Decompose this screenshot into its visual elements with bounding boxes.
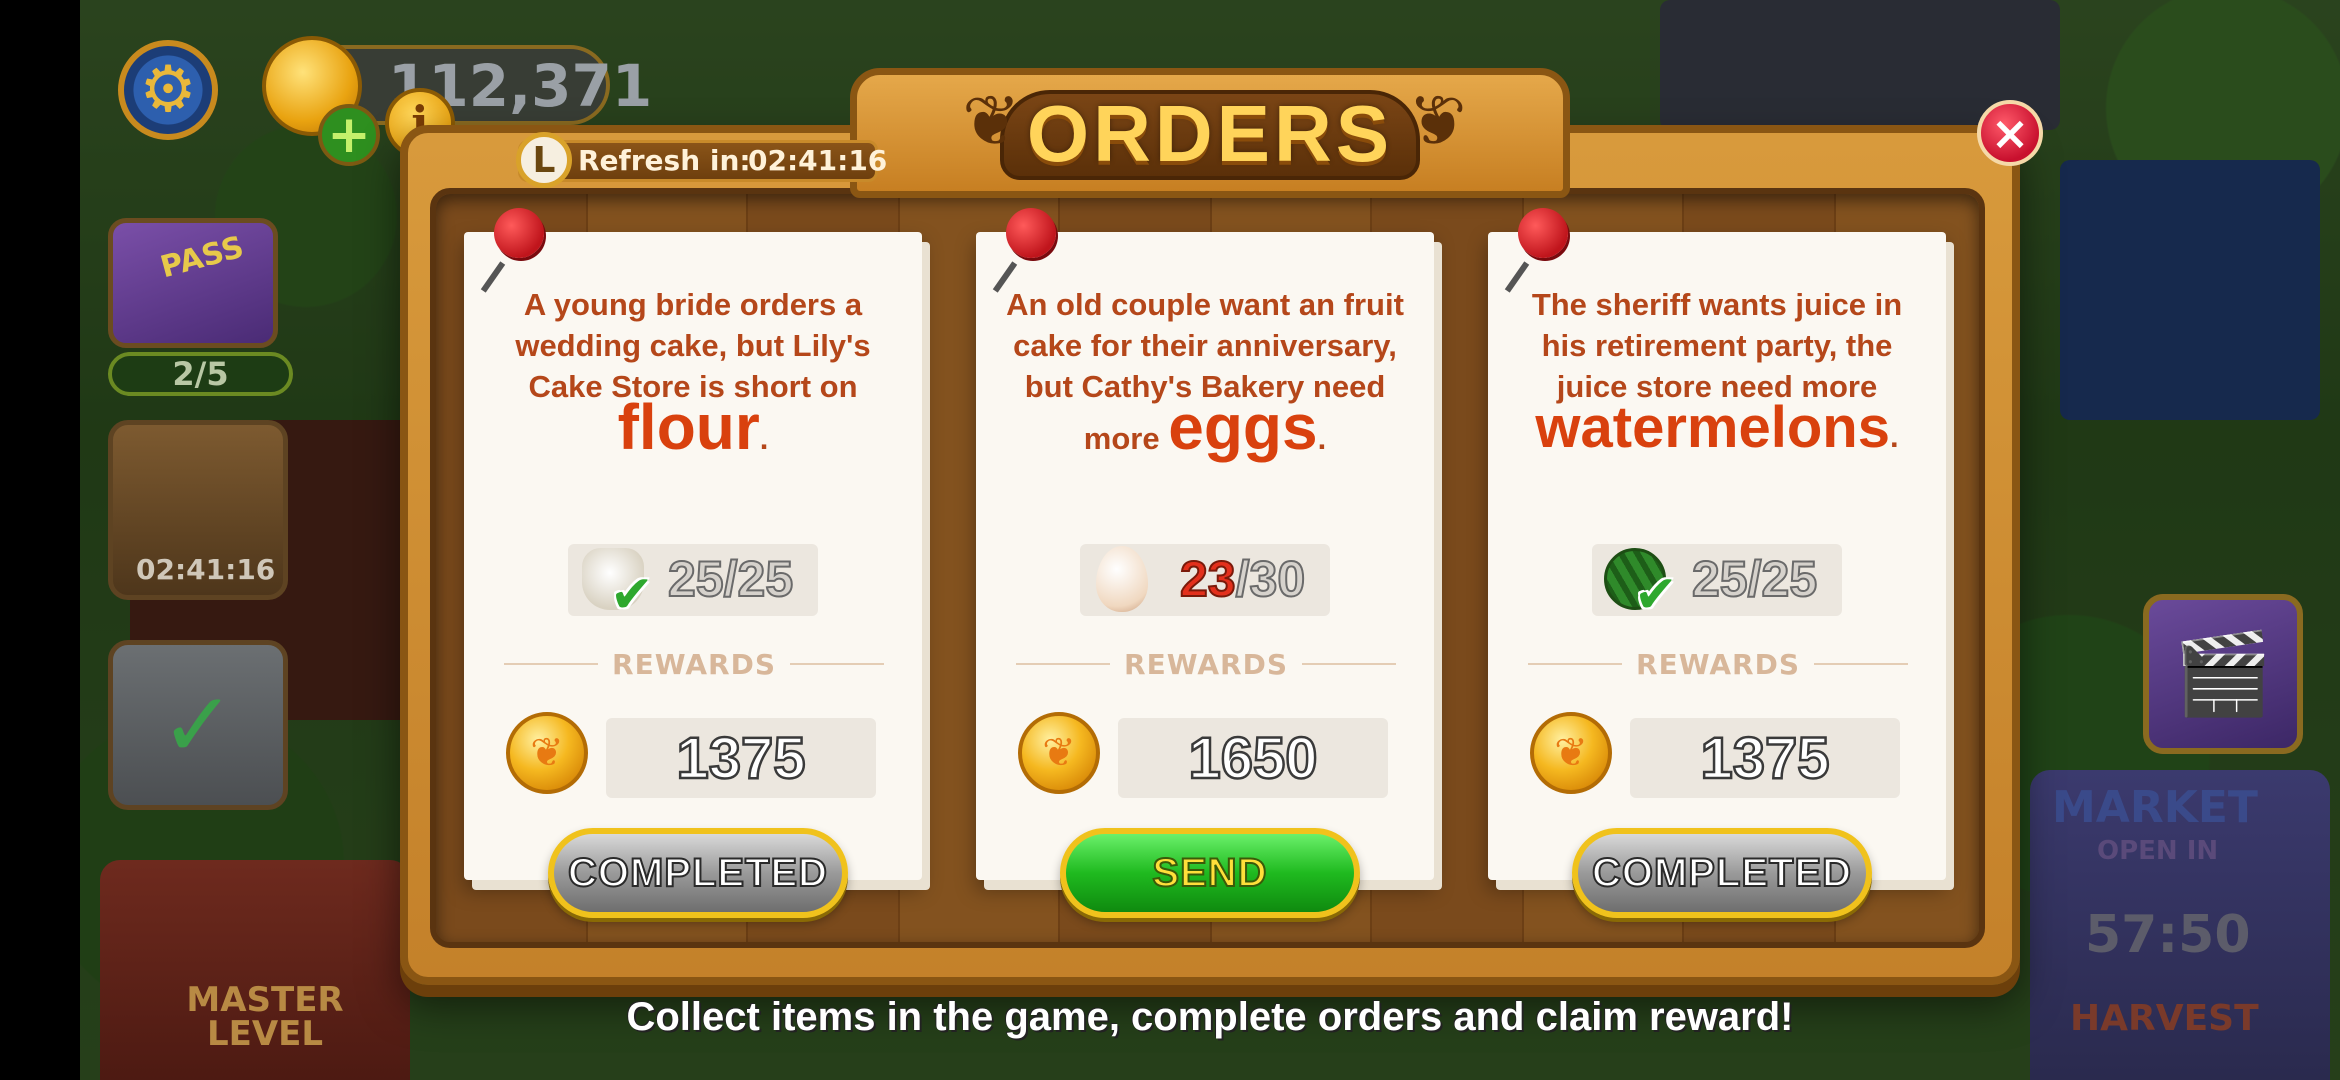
order-highlight: watermelons xyxy=(1535,395,1890,460)
order-period: . xyxy=(1889,419,1899,454)
order-highlight: flour xyxy=(617,391,760,463)
order-text: The sheriff wants juice in his retiremen… xyxy=(1531,287,1903,404)
settings-gear-icon[interactable]: ⚙ xyxy=(118,40,218,140)
pushpin-icon xyxy=(1518,208,1568,258)
order-text-more: more xyxy=(1083,421,1160,456)
rewards-label: REWARDS xyxy=(1636,647,1800,681)
rewards-divider: REWARDS xyxy=(504,646,885,682)
harvest-label: HARVEST xyxy=(2070,998,2259,1039)
market-timer: 57:50 xyxy=(2085,905,2251,965)
rewards-line-right xyxy=(1813,663,1909,665)
item-need: /30 xyxy=(1235,550,1307,608)
bg-house-right xyxy=(2060,160,2320,420)
film-clapper-icon[interactable]: 🎬 xyxy=(2143,594,2303,754)
check-icon: ✔ xyxy=(1634,565,1678,625)
check-icon: ✔ xyxy=(610,565,654,625)
pass-progress: 2/5 xyxy=(108,352,293,396)
market-label: MARKET xyxy=(2052,782,2258,833)
order-period: . xyxy=(759,421,769,456)
add-coins-button[interactable]: + xyxy=(318,104,380,166)
reward-amount: 1375 xyxy=(1630,718,1900,798)
pushpin-icon xyxy=(494,208,544,258)
coin-icon: ❦ xyxy=(1018,712,1100,794)
order-card-eggs: An old couple want an fruit cake for the… xyxy=(976,208,1434,918)
item-have: 23 xyxy=(1179,550,1237,608)
clock-icon: L xyxy=(516,132,572,188)
item-have: 25 xyxy=(667,550,725,608)
rewards-line-right xyxy=(789,663,885,665)
refresh-time: 02:41:16 xyxy=(748,144,888,177)
item-progress-text: 25/25 xyxy=(667,550,795,608)
rewards-line-right xyxy=(1301,663,1397,665)
rewards-line-left xyxy=(504,663,599,665)
order-text: A young bride orders a wedding cake, but… xyxy=(515,287,871,404)
item-need: /25 xyxy=(1747,550,1819,608)
rewards-divider: REWARDS xyxy=(1016,646,1397,682)
calendar-check-icon[interactable]: ✓ xyxy=(108,640,288,810)
open-in-label: OPEN IN xyxy=(2097,836,2219,866)
completed-button[interactable]: COMPLETED xyxy=(548,828,848,918)
master-level-label: MASTER LEVEL xyxy=(186,980,344,1054)
reward-amount: 1650 xyxy=(1118,718,1388,798)
item-progress-text: 23/30 xyxy=(1179,550,1307,608)
item-need: /25 xyxy=(723,550,795,608)
pass-tile[interactable] xyxy=(108,218,278,348)
rewards-divider: REWARDS xyxy=(1528,646,1909,682)
rewards-label: REWARDS xyxy=(612,647,776,681)
order-text: An old couple want an fruit cake for the… xyxy=(1006,287,1404,404)
rewards-label: REWARDS xyxy=(1124,647,1288,681)
order-period: . xyxy=(1317,421,1327,456)
rewards-line-left xyxy=(1528,663,1623,665)
completed-button[interactable]: COMPLETED xyxy=(1572,828,1872,918)
order-description: A young bride orders a wedding cake, but… xyxy=(464,284,922,459)
order-card-flour: A young bride orders a wedding cake, but… xyxy=(464,208,922,918)
order-description: The sheriff wants juice in his retiremen… xyxy=(1488,284,1946,457)
footer-hint: Collect items in the game, complete orde… xyxy=(626,995,1794,1039)
item-progress-text: 25/25 xyxy=(1691,550,1819,608)
coin-icon: ❦ xyxy=(506,712,588,794)
pushpin-icon xyxy=(1006,208,1056,258)
close-button[interactable]: × xyxy=(1977,100,2043,166)
order-highlight: eggs xyxy=(1168,391,1318,463)
refresh-label: Refresh in: xyxy=(578,144,751,177)
rewards-line-left xyxy=(1016,663,1111,665)
send-button[interactable]: SEND xyxy=(1060,828,1360,918)
reward-amount: 1375 xyxy=(606,718,876,798)
modal-title: ORDERS xyxy=(1026,89,1394,178)
basket-timer: 02:41:16 xyxy=(136,553,276,586)
order-card-watermelons: The sheriff wants juice in his retiremen… xyxy=(1488,208,1946,918)
order-description: An old couple want an fruit cake for the… xyxy=(976,284,1434,459)
item-have: 25 xyxy=(1691,550,1749,608)
coin-icon: ❦ xyxy=(1530,712,1612,794)
